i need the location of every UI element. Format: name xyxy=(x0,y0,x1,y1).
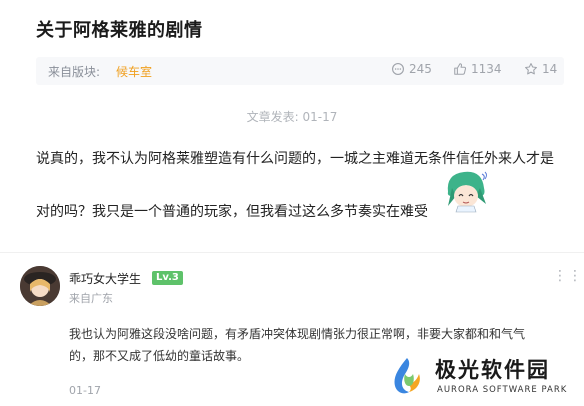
star-icon xyxy=(525,63,537,75)
watermark: 极光软件园 AURORA SOFTWARE PARK xyxy=(385,350,584,406)
post-body-line: 对的吗？我只是一个普通的玩家，但我看过这么多节奏实在难受 xyxy=(36,204,428,220)
comment-bubble-icon xyxy=(392,63,404,75)
user-level-badge: Lv.3 xyxy=(152,271,183,285)
post-meta-bar: 来自版块: 候车室 245 1134 14 xyxy=(36,57,564,85)
avatar[interactable] xyxy=(20,266,60,306)
reply-date: 01-17 xyxy=(69,384,101,397)
favorites-stat[interactable]: 14 xyxy=(524,62,557,76)
watermark-subtitle: AURORA SOFTWARE PARK xyxy=(437,385,568,395)
user-avatar-image xyxy=(20,266,60,306)
thumbs-up-icon xyxy=(454,63,467,75)
chibi-sticker-image xyxy=(447,171,487,213)
reply-text-line: 我也认为阿雅这段没啥问题，有矛盾冲突体现剧情张力很正常啊，非要大家都和和气气 xyxy=(69,327,526,341)
comments-count: 245 xyxy=(409,62,432,76)
post-title: 关于阿格莱雅的剧情 xyxy=(36,20,203,41)
section-divider xyxy=(0,252,584,253)
watermark-name: 极光软件园 xyxy=(435,358,550,382)
favorites-count: 14 xyxy=(542,62,558,76)
reply-text-line: 的，那不又成了低幼的童话故事。 xyxy=(69,349,250,363)
post-body-line: 说真的，我不认为阿格莱雅塑造有什么问题的，一城之主难道无条件信任外来人才是 xyxy=(36,151,554,167)
aurora-logo-icon xyxy=(394,358,420,394)
likes-count: 1134 xyxy=(471,62,502,76)
board-from-label: 来自版块: xyxy=(48,65,101,79)
more-dots-icon[interactable]: ⋮⋮ xyxy=(553,268,583,284)
comments-stat[interactable]: 245 xyxy=(391,62,432,76)
board-link[interactable]: 候车室 xyxy=(116,63,152,80)
reply-location: 来自广东 xyxy=(69,292,113,305)
reply-username[interactable]: 乖巧女大学生 xyxy=(69,270,141,287)
publish-time: 文章发表: 01-17 xyxy=(246,110,338,124)
likes-stat[interactable]: 1134 xyxy=(453,62,502,76)
